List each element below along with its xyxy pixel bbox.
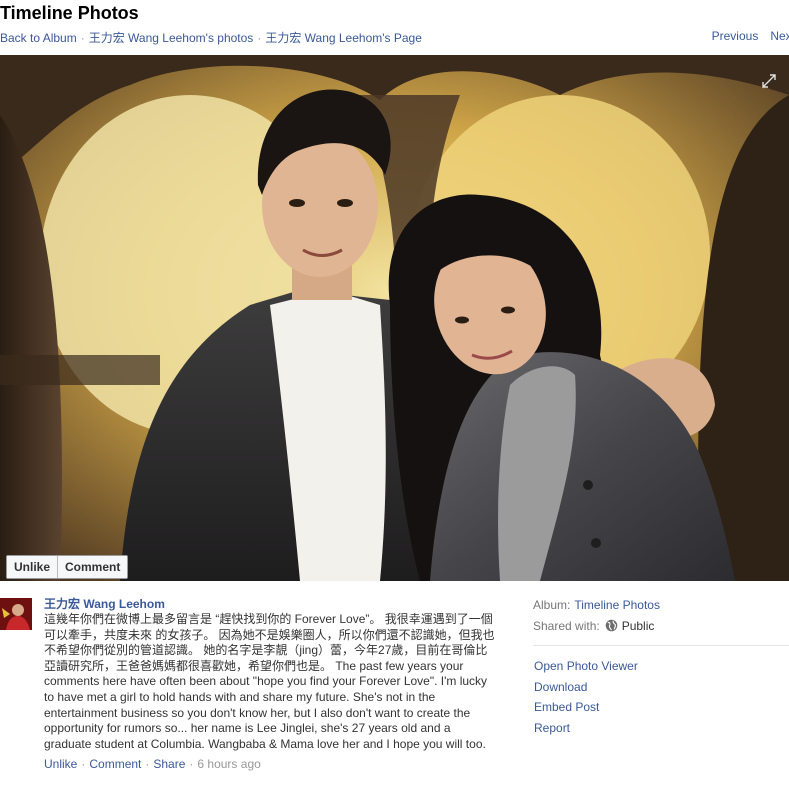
comment-button[interactable]: Comment [58, 556, 128, 578]
breadcrumb-separator: · [257, 31, 262, 45]
open-photo-viewer-link[interactable]: Open Photo Viewer [534, 656, 638, 677]
album-link[interactable]: Timeline Photos [574, 598, 660, 612]
meta-separator: · [189, 757, 194, 772]
album-label: Album: [533, 598, 571, 612]
author-name[interactable]: 王力宏 Wang Leehom [44, 596, 496, 612]
unlike-button[interactable]: Unlike [7, 556, 59, 578]
photo-image [0, 55, 789, 581]
expand-icon[interactable] [761, 73, 777, 89]
post-unlike-link[interactable]: Unlike [44, 757, 77, 771]
breadcrumb-separator: · [80, 31, 85, 45]
album-row: Album: Timeline Photos [533, 597, 789, 618]
photo-info-sidebar: Album: Timeline Photos Shared with: Publi… [533, 597, 789, 639]
previous-link[interactable]: Previous [712, 29, 759, 43]
avatar[interactable] [0, 598, 32, 630]
photos-link[interactable]: 王力宏 Wang Leehom's photos [89, 31, 254, 45]
download-link[interactable]: Download [534, 677, 638, 698]
post-meta: Unlike · Comment · Share · 6 hours ago [44, 757, 496, 771]
meta-separator: · [81, 757, 86, 772]
back-to-album-link[interactable]: Back to Album [0, 31, 77, 45]
photo-viewer[interactable] [0, 55, 789, 581]
meta-separator: · [145, 757, 150, 772]
photo-navigation: Previous Next [700, 29, 789, 43]
sidebar-divider [533, 645, 789, 646]
header: Timeline Photos Back to Album · 王力宏 Wang L… [0, 0, 789, 54]
embed-post-link[interactable]: Embed Post [534, 697, 638, 718]
breadcrumb: Back to Album · 王力宏 Wang Leehom's photos · 王… [0, 29, 422, 46]
post-share-link[interactable]: Share [153, 757, 185, 771]
avatar-image [0, 598, 32, 630]
photo-action-bar: Unlike Comment [6, 555, 129, 579]
page-link[interactable]: 王力宏 Wang Leehom's Page [265, 31, 422, 45]
photo-options: Open Photo Viewer Download Embed Post Re… [534, 656, 638, 738]
post-caption: 這幾年你們在微博上最多留言是 “趕快找到你的 Forever Love”。 我很… [44, 612, 495, 751]
privacy-row: Shared with: Public [533, 618, 789, 639]
privacy-value[interactable]: Public [622, 619, 655, 633]
next-link[interactable]: Next [770, 29, 789, 43]
shared-with-label: Shared with: [533, 619, 600, 633]
post-comment-link[interactable]: Comment [89, 757, 141, 771]
post-timestamp[interactable]: 6 hours ago [197, 757, 260, 771]
report-link[interactable]: Report [534, 718, 638, 739]
page-title: Timeline Photos [0, 3, 139, 23]
globe-icon [605, 619, 617, 632]
post-body: 王力宏 Wang Leehom 這幾年你們在微博上最多留言是 “趕快找到你的 F… [44, 596, 496, 771]
